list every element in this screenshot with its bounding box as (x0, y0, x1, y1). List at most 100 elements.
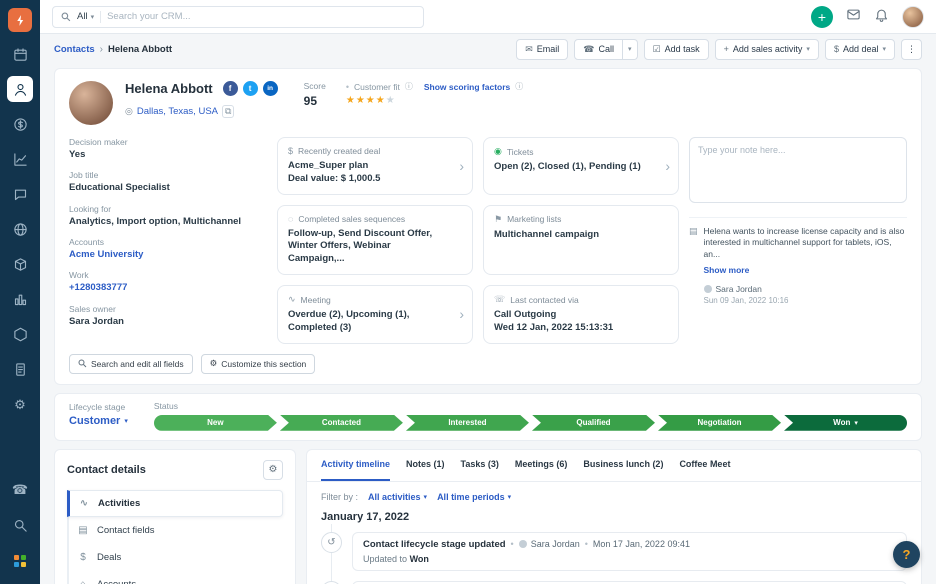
global-search-box[interactable]: All ▾ (52, 5, 424, 28)
apps-switcher-icon[interactable] (7, 548, 33, 574)
stage-new[interactable]: New (154, 415, 277, 431)
help-button[interactable]: ? (893, 541, 920, 568)
tab-business-lunch[interactable]: Business lunch (2) (583, 450, 663, 481)
contact-avatar[interactable] (69, 81, 113, 125)
social-links: f t in (222, 81, 278, 96)
sidebar-item-deals[interactable]: $ Deals (69, 544, 283, 571)
tab-meetings[interactable]: Meetings (6) (515, 450, 568, 481)
global-search-icon[interactable] (7, 512, 33, 538)
tab-activity-timeline[interactable]: Activity timeline (321, 450, 391, 481)
email-icon[interactable] (846, 7, 861, 27)
sales-sequences-card[interactable]: ◌ Completed sales sequences Follow-up, Se… (277, 204, 473, 276)
customize-section-button[interactable]: ⚙ Customize this section (200, 353, 316, 374)
contacts-icon[interactable] (7, 76, 33, 102)
sidebar-item-activities[interactable]: ∿ Activities (67, 489, 283, 517)
chat-icon[interactable] (7, 181, 33, 207)
info-icon[interactable]: ⓘ (405, 81, 413, 92)
show-more-link[interactable]: Show more (704, 265, 750, 275)
analytics-icon[interactable] (7, 146, 33, 172)
tab-notes[interactable]: Notes (1) (406, 450, 445, 481)
email-button[interactable]: ✉ Email (516, 38, 569, 60)
linkedin-icon[interactable]: in (262, 81, 278, 96)
customer-fit-label: Customer fit (354, 81, 400, 92)
show-scoring-factors-link[interactable]: Show scoring factors (424, 82, 510, 92)
field-label: Job title (69, 170, 99, 181)
timeline-item-time: Mon 17 Jan, 2022 09:41 (592, 539, 690, 550)
caret-down-icon: ▾ (124, 417, 128, 425)
details-settings-button[interactable]: ⚙ (263, 459, 283, 480)
filter-period-dropdown[interactable]: All time periods ▾ (437, 492, 511, 502)
user-avatar[interactable] (902, 5, 924, 28)
recent-deal-card[interactable]: $ Recently created deal Acme_Super plan D… (277, 137, 473, 195)
sidebar-item-accounts[interactable]: ⌂ Accounts (69, 571, 283, 584)
stage-qualified[interactable]: Qualified (532, 415, 655, 431)
meeting-card[interactable]: ∿ Meeting Overdue (2), Upcoming (1), Comp… (277, 285, 473, 344)
search-input[interactable] (107, 11, 415, 22)
info-icon[interactable]: ⓘ (515, 81, 523, 92)
breadcrumb-contacts-link[interactable]: Contacts (54, 44, 95, 55)
call-button[interactable]: ☎ Call (574, 38, 623, 60)
deal-icon: $ (288, 146, 294, 156)
timeline-item-card[interactable]: Contact lifecycle stage updated • Sara J… (352, 531, 907, 571)
field-value: Analytics, Import option, Multichannel (69, 215, 242, 227)
tickets-card[interactable]: ◉ Tickets Open (2), Closed (1), Pending (… (483, 137, 679, 195)
search-scope-dropdown[interactable]: All ▾ (77, 11, 94, 22)
caret-down-icon: ▾ (423, 493, 428, 501)
filled-stars: ★★★★ (345, 95, 386, 106)
copy-icon[interactable]: ⧉ (222, 105, 235, 118)
invoices-icon[interactable] (7, 356, 33, 382)
call-dropdown-button[interactable]: ▾ (623, 38, 638, 60)
calendar-icon[interactable] (7, 41, 33, 67)
contact-location-link[interactable]: Dallas, Texas, USA (137, 106, 218, 117)
contact-details-panel: Contact details ⚙ ∿ Activities ▤ Contact… (54, 448, 296, 584)
chevron-right-icon[interactable]: › (459, 306, 464, 322)
facebook-icon[interactable]: f (222, 81, 238, 96)
divider (100, 10, 102, 23)
sidebar-bottom-group: ☎ (7, 476, 33, 574)
add-deal-button[interactable]: $ Add deal ▾ (824, 38, 895, 60)
last-contacted-card[interactable]: ☏ Last contacted via Call Outgoing Wed 12… (483, 285, 679, 344)
phone-link[interactable]: +1280383777 (69, 282, 267, 294)
stage-negotiation[interactable]: Negotiation (658, 415, 781, 431)
tab-tasks[interactable]: Tasks (3) (461, 450, 499, 481)
stage-won-dropdown[interactable]: Won ▾ (784, 414, 908, 431)
stage-contacted[interactable]: Contacted (280, 415, 403, 431)
tab-coffee-meet[interactable]: Coffee Meet (679, 450, 730, 481)
add-sales-activity-button[interactable]: + Add sales activity ▾ (714, 38, 819, 60)
deals-icon[interactable] (7, 111, 33, 137)
caret-down-icon: ▾ (90, 13, 95, 21)
card-title: Marketing lists (507, 214, 562, 225)
web-icon[interactable] (7, 216, 33, 242)
stage-interested[interactable]: Interested (406, 415, 529, 431)
more-actions-button[interactable]: ⋮ (901, 38, 922, 60)
timeline-item-detail: Updated to (363, 553, 408, 564)
marketplace-icon[interactable] (7, 251, 33, 277)
card-line: Winter Offers, Webinar Campaign,... (288, 240, 391, 265)
card-line: Call Outgoing (494, 309, 557, 321)
search-edit-fields-button[interactable]: Search and edit all fields (69, 353, 193, 374)
note-item: ▤ Helena wants to increase license capac… (689, 217, 907, 305)
add-task-button[interactable]: ☑ Add task (643, 38, 709, 60)
field-looking-for: Looking for Analytics, Import option, Mu… (69, 204, 267, 228)
chevron-right-icon[interactable]: › (665, 158, 670, 174)
phone-icon[interactable]: ☎ (7, 476, 33, 502)
reports-icon[interactable] (7, 286, 33, 312)
twitter-icon[interactable]: t (242, 81, 258, 96)
lifecycle-stage-dropdown[interactable]: Customer ▾ (69, 415, 128, 427)
chevron-right-icon[interactable]: › (459, 158, 464, 174)
freshworks-logo-icon[interactable] (8, 8, 32, 32)
notifications-bell-icon[interactable] (874, 7, 889, 27)
marketing-lists-card[interactable]: ⚑ Marketing lists Multichannel campaign (483, 204, 679, 276)
sidebar-item-contact-fields[interactable]: ▤ Contact fields (69, 517, 283, 544)
notes-column: ▤ Helena wants to increase license capac… (689, 137, 907, 344)
note-input[interactable] (689, 137, 907, 203)
field-label: Looking for (69, 203, 112, 214)
status-pipeline: New Contacted Interested Qualified Negot… (154, 414, 908, 431)
products-icon[interactable] (7, 321, 33, 347)
settings-icon[interactable]: ⚙ (7, 391, 33, 417)
search-edit-fields-label: Search and edit all fields (91, 358, 184, 369)
account-link[interactable]: Acme University (69, 249, 267, 261)
filter-activities-dropdown[interactable]: All activities ▾ (368, 492, 427, 502)
note-timestamp: Sun 09 Jan, 2022 10:16 (703, 296, 789, 306)
quick-add-button[interactable]: + (811, 5, 833, 28)
